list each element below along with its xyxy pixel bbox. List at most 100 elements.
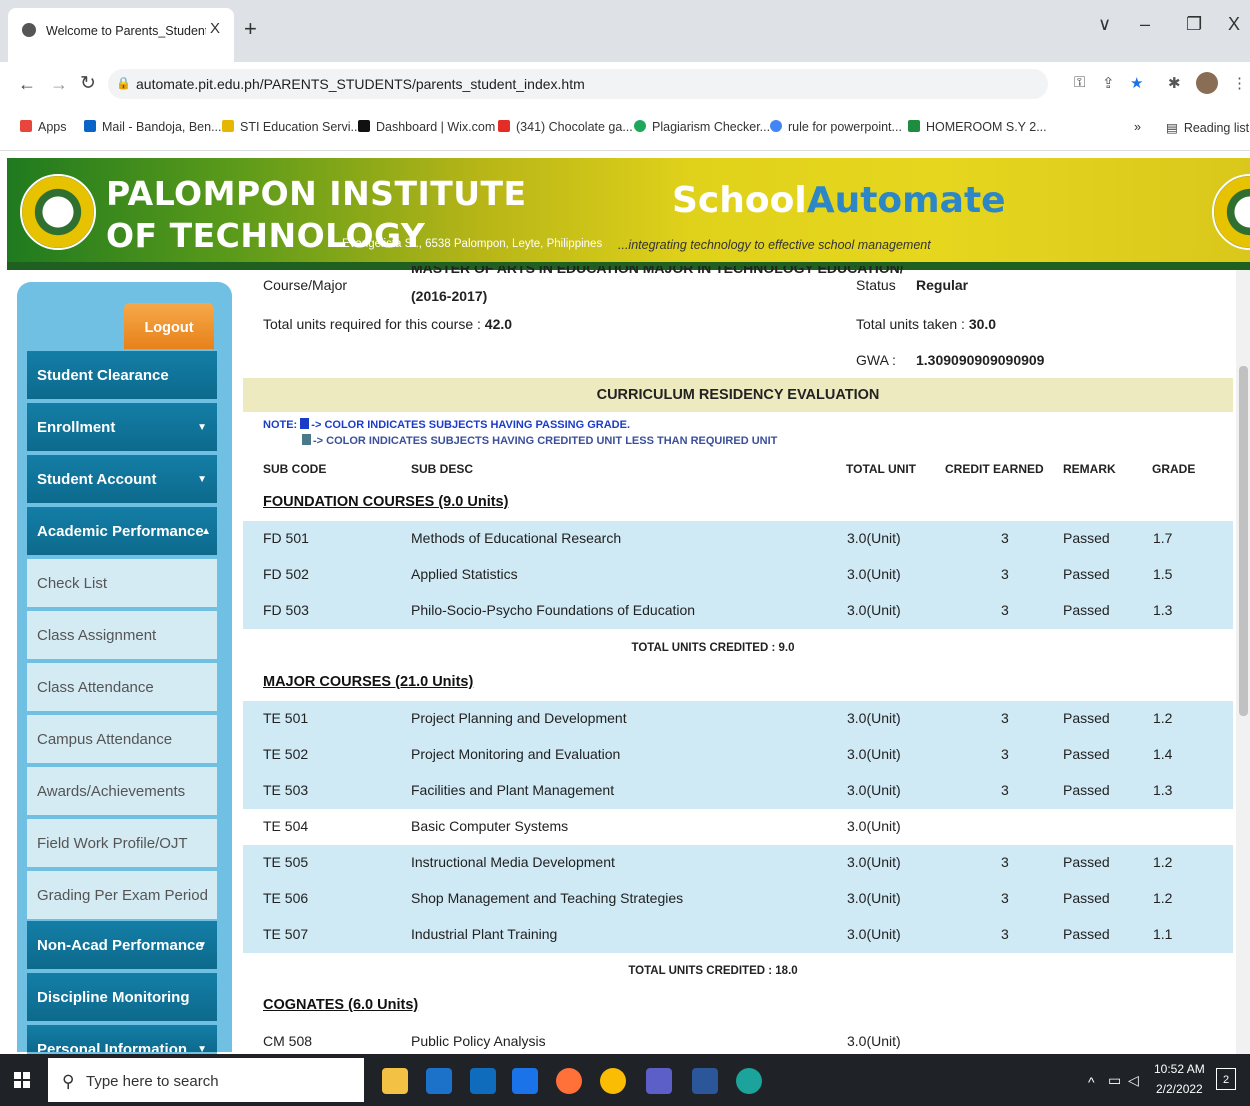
mail-icon[interactable] (512, 1068, 538, 1094)
notification-icon[interactable]: 2 (1216, 1068, 1236, 1090)
lock-icon[interactable]: 🔒 (116, 76, 131, 90)
sidebar-item-student-clearance[interactable]: Student Clearance (27, 351, 217, 401)
gwa-value: 1.309090909090909 (916, 352, 1045, 368)
section-title-cognates: COGNATES (6.0 Units) (263, 997, 419, 1013)
sidebar-item-personal-information[interactable]: Personal Information ▼ (27, 1025, 217, 1054)
sidebar-subitem-campus-attendance[interactable]: Campus Attendance (27, 715, 217, 765)
institution-address: Evangelista St., 6538 Palompon, Leyte, P… (342, 238, 603, 250)
network-icon[interactable]: ▭ (1108, 1072, 1121, 1089)
tab-title: Welcome to Parents_Students Pa (46, 24, 206, 38)
windows-start-icon[interactable] (14, 1072, 30, 1088)
col-total-unit: TOTAL UNIT (846, 462, 916, 476)
scrollbar-thumb[interactable] (1239, 366, 1248, 716)
new-tab-button[interactable]: + (244, 16, 257, 42)
note-passing: NOTE: -> COLOR INDICATES SUBJECTS HAVING… (263, 418, 631, 431)
store-icon[interactable] (426, 1068, 452, 1094)
units-required: Total units required for this course : 4… (263, 316, 513, 332)
bookmark-apps[interactable]: Apps (20, 120, 67, 134)
institute-seal-icon (20, 174, 96, 250)
bookmark-plagiarism[interactable]: Plagiarism Checker... (634, 120, 770, 134)
extensions-icon[interactable]: ✱ (1168, 74, 1181, 92)
col-grade: GRADE (1152, 462, 1196, 476)
profile-avatar[interactable] (1196, 72, 1218, 94)
search-icon: ⚲ (62, 1072, 75, 1091)
table-row: TE 505 Instructional Media Development 3.0… (243, 845, 1233, 881)
sidebar-item-discipline-monitoring[interactable]: Discipline Monitoring (27, 973, 217, 1023)
table-row: TE 507 Industrial Plant Training 3.0(Unit)… (243, 917, 1233, 953)
word-icon[interactable] (692, 1068, 718, 1094)
firefox-icon[interactable] (556, 1068, 582, 1094)
taskbar-search-placeholder[interactable]: Type here to search (86, 1073, 219, 1090)
sidebar-subitem-grading-per-exam[interactable]: Grading Per Exam Period (27, 871, 217, 921)
bookmark-youtube[interactable]: (341) Chocolate ga... (498, 120, 633, 134)
bookmark-mail[interactable]: Mail - Bandoja, Ben... (84, 120, 222, 134)
bookmark-wix[interactable]: Dashboard | Wix.com (358, 120, 495, 134)
menu-kebab-icon[interactable]: ⋮ (1232, 74, 1247, 92)
sidebar-item-enrollment[interactable]: Enrollment ▼ (27, 403, 217, 453)
reading-list-button[interactable]: ▤ Reading list (1166, 120, 1249, 135)
more-bookmarks-button[interactable]: » (1134, 120, 1141, 134)
table-row: TE 504 Basic Computer Systems 3.0(Unit) (263, 818, 901, 834)
sidebar-subitem-check-list[interactable]: Check List (27, 559, 217, 609)
minimize-button[interactable]: – (1140, 14, 1150, 35)
section-title-foundation: FOUNDATION COURSES (9.0 Units) (263, 494, 509, 510)
close-window-button[interactable]: X (1228, 14, 1240, 35)
sti-icon (222, 120, 234, 132)
col-credit-earned: CREDIT EARNED (945, 462, 1044, 476)
sidebar-subitem-class-assignment[interactable]: Class Assignment (27, 611, 217, 661)
credited-color-swatch (302, 434, 311, 445)
sidebar-subitem-awards[interactable]: Awards/Achievements (27, 767, 217, 817)
url-text[interactable]: automate.pit.edu.ph/PARENTS_STUDENTS/par… (136, 76, 585, 92)
table-row: TE 503 Facilities and Plant Management 3.0… (243, 773, 1233, 809)
table-row: TE 506 Shop Management and Teaching Strat… (243, 881, 1233, 917)
table-row: CM 508 Public Policy Analysis 3.0(Unit) (263, 1033, 901, 1049)
bookmark-sti[interactable]: STI Education Servi... (222, 120, 361, 134)
volume-icon[interactable]: ◁ (1128, 1072, 1139, 1089)
browser-tab[interactable]: Welcome to Parents_Students Pa X (8, 8, 234, 62)
outlook-icon[interactable] (470, 1068, 496, 1094)
logout-button[interactable]: Logout (124, 303, 214, 349)
tab-close-button[interactable]: X (210, 20, 220, 37)
outlook-icon (84, 120, 96, 132)
reading-list-icon: ▤ (1166, 121, 1178, 135)
evaluation-title: CURRICULUM RESIDENCY EVALUATION (243, 378, 1233, 412)
caret-down-icon: ▼ (197, 940, 207, 951)
table-row: TE 502 Project Monitoring and Evaluation 3… (243, 737, 1233, 773)
google-icon (770, 120, 782, 132)
back-arrow-icon[interactable]: ← (18, 74, 36, 95)
site-favicon-icon (22, 23, 36, 37)
units-taken: Total units taken : 30.0 (856, 316, 997, 332)
maximize-button[interactable]: ❐ (1186, 14, 1202, 35)
sidebar-item-academic-performance[interactable]: Academic Performance ▲ (27, 507, 217, 557)
table-row: FD 503 Philo-Socio-Psycho Foundations of … (243, 593, 1233, 629)
clock-time[interactable]: 10:52 AM (1154, 1062, 1205, 1076)
bookmark-homeroom[interactable]: HOMEROOM S.Y 2... (908, 120, 1047, 134)
sidebar-item-non-acad-performance[interactable]: Non-Acad Performance ▼ (27, 921, 217, 971)
chrome-icon[interactable] (600, 1068, 626, 1094)
file-explorer-icon[interactable] (382, 1068, 408, 1094)
forward-arrow-icon[interactable]: → (50, 74, 68, 95)
table-row: TE 501 Project Planning and Development 3.… (243, 701, 1233, 737)
table-row: FD 502 Applied Statistics 3.0(Unit) 3 Passed… (243, 557, 1233, 593)
section-total-major: TOTAL UNITS CREDITED : 18.0 (628, 965, 798, 977)
share-icon[interactable]: ⇪ (1102, 74, 1115, 92)
tray-chevron-icon[interactable]: ^ (1088, 1074, 1095, 1090)
teams-icon[interactable] (646, 1068, 672, 1094)
tagline: ...integrating technology to effective s… (618, 238, 931, 252)
clock-date[interactable]: 2/2/2022 (1156, 1082, 1203, 1096)
course-label: Course/Major (263, 277, 348, 293)
bookmark-google[interactable]: rule for powerpoint... (770, 120, 902, 134)
key-icon[interactable]: ⚿ (1074, 74, 1085, 91)
institution-name-line1: PALOMPON INSTITUTE (106, 174, 527, 213)
table-row: FD 501 Methods of Educational Research 3.0… (243, 521, 1233, 557)
edge-icon[interactable] (736, 1068, 762, 1094)
gwa-label: GWA : (856, 352, 896, 368)
bookmark-star-icon[interactable]: ★ (1130, 74, 1143, 92)
sidebar-subitem-field-work[interactable]: Field Work Profile/OJT (27, 819, 217, 869)
sidebar-subitem-class-attendance[interactable]: Class Attendance (27, 663, 217, 713)
sidebar-item-student-account[interactable]: Student Account ▼ (27, 455, 217, 505)
reload-icon[interactable]: ↻ (80, 72, 96, 95)
tab-search-button[interactable]: ∨ (1098, 14, 1111, 35)
section-title-major: MAJOR COURSES (21.0 Units) (263, 674, 474, 690)
caret-down-icon: ▼ (197, 422, 207, 433)
